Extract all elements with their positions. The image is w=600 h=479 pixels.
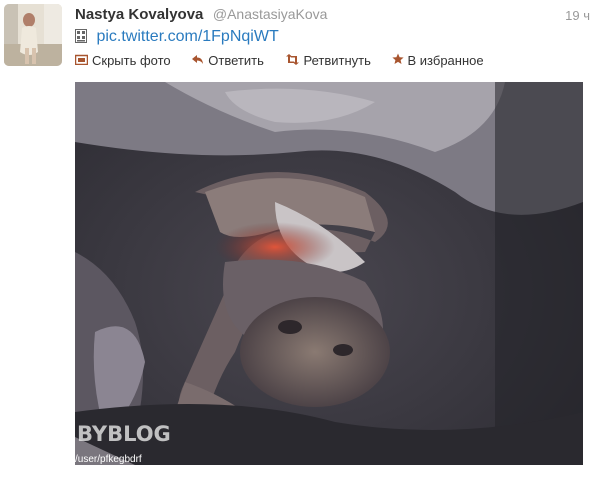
retweet-label: Ретвитнуть	[303, 53, 371, 68]
tweet-actions: Скрыть фото Ответить Ретвитнуть В избран…	[74, 53, 501, 71]
hide-photo-label: Скрыть фото	[92, 53, 171, 68]
pic-link[interactable]: pic.twitter.com/1FpNqiWT	[96, 28, 278, 45]
reply-icon	[191, 54, 204, 68]
retweet-icon	[285, 54, 300, 68]
photo-icon	[74, 54, 89, 68]
photo-watermark-url: /user/pfkegbdrf	[75, 454, 142, 465]
user-fullname[interactable]: Nastya Kovalyova	[75, 6, 203, 23]
reply-label: Ответить	[208, 53, 264, 68]
tweet-photo[interactable]: BYBLOG /user/pfkegbdrf	[75, 82, 583, 465]
retweet-button[interactable]: Ретвитнуть	[285, 53, 371, 68]
user-username[interactable]: @AnastasiyaKova	[213, 6, 328, 22]
photo-watermark: BYBLOG	[77, 422, 171, 446]
reply-button[interactable]: Ответить	[191, 53, 264, 68]
star-icon	[391, 53, 404, 68]
favorite-button[interactable]: В избранное	[391, 53, 484, 68]
favorite-label: В избранное	[407, 53, 484, 68]
hide-photo-button[interactable]: Скрыть фото	[74, 53, 171, 68]
tweet-text: pic.twitter.com/1FpNqiWT	[75, 28, 279, 50]
avatar[interactable]	[4, 4, 62, 66]
tweet-timestamp[interactable]: 19 ч	[565, 8, 590, 23]
tweet-header: Nastya Kovalyova @AnastasiyaKova 19 ч	[75, 6, 590, 28]
tweet: Nastya Kovalyova @AnastasiyaKova 19 ч pi…	[0, 0, 600, 479]
pic-icon	[75, 29, 87, 43]
